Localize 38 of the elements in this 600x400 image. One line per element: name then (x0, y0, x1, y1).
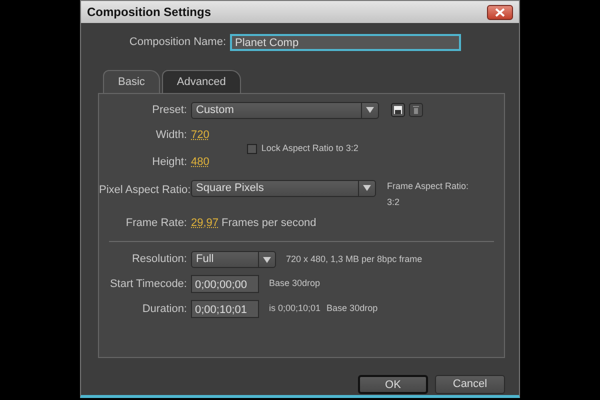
lock-aspect-checkbox[interactable] (247, 144, 258, 154)
field-label: Width: (154, 128, 187, 142)
dropdown-arrow-icon (366, 107, 374, 113)
field-label: Composition Name: (128, 35, 226, 50)
close-button[interactable] (487, 4, 513, 20)
note-text: Base 30drop (326, 302, 378, 316)
width-value[interactable]: 720 (191, 126, 210, 143)
dropdown-arrow-icon (263, 256, 271, 262)
field-label: Duration: (141, 302, 187, 317)
tab[interactable]: Advanced (162, 70, 241, 92)
frame-rate-value[interactable]: 29,97 (191, 214, 219, 231)
resolution-info: 720 x 480, 1,3 MB per 8bpc frame (286, 252, 422, 266)
cancel-button[interactable]: Cancel (435, 374, 505, 394)
pixel-aspect-dropdown[interactable]: Square Pixels (191, 180, 376, 196)
info-value: 3:2 (387, 196, 401, 209)
tab[interactable]: Basic (103, 70, 160, 92)
field-label: Start Timecode: (108, 276, 187, 292)
field-label: Resolution: (130, 252, 187, 268)
start-timecode-field[interactable]: 0;00;00;00 (191, 275, 259, 293)
save-icon[interactable] (391, 103, 405, 117)
duration-field[interactable]: 0;00;10;01 (191, 300, 259, 318)
resolution-dropdown[interactable]: Full (191, 251, 276, 268)
ok-button[interactable]: OK (358, 374, 428, 394)
dropdown-arrow-icon (363, 185, 371, 191)
field-label: Frame Rate: (124, 216, 187, 230)
note-text: is 0;00;10;01 (269, 302, 321, 316)
checkbox-label: Lock Aspect Ratio to 3:2 (261, 142, 358, 155)
trash-icon[interactable] (409, 103, 423, 117)
height-value[interactable]: 480 (191, 154, 210, 170)
field-label: Height: (151, 155, 187, 170)
close-icon (495, 8, 505, 16)
info-label: Frame Aspect Ratio: (387, 180, 469, 193)
unit-label: Frames per second (222, 216, 316, 230)
note-text: Base 30drop (269, 277, 320, 290)
field-label: Preset: (151, 102, 187, 118)
composition-name-field[interactable]: Planet Comp (230, 34, 461, 51)
preset-dropdown[interactable]: Custom (191, 102, 379, 118)
window-title: Composition Settings (87, 4, 211, 21)
